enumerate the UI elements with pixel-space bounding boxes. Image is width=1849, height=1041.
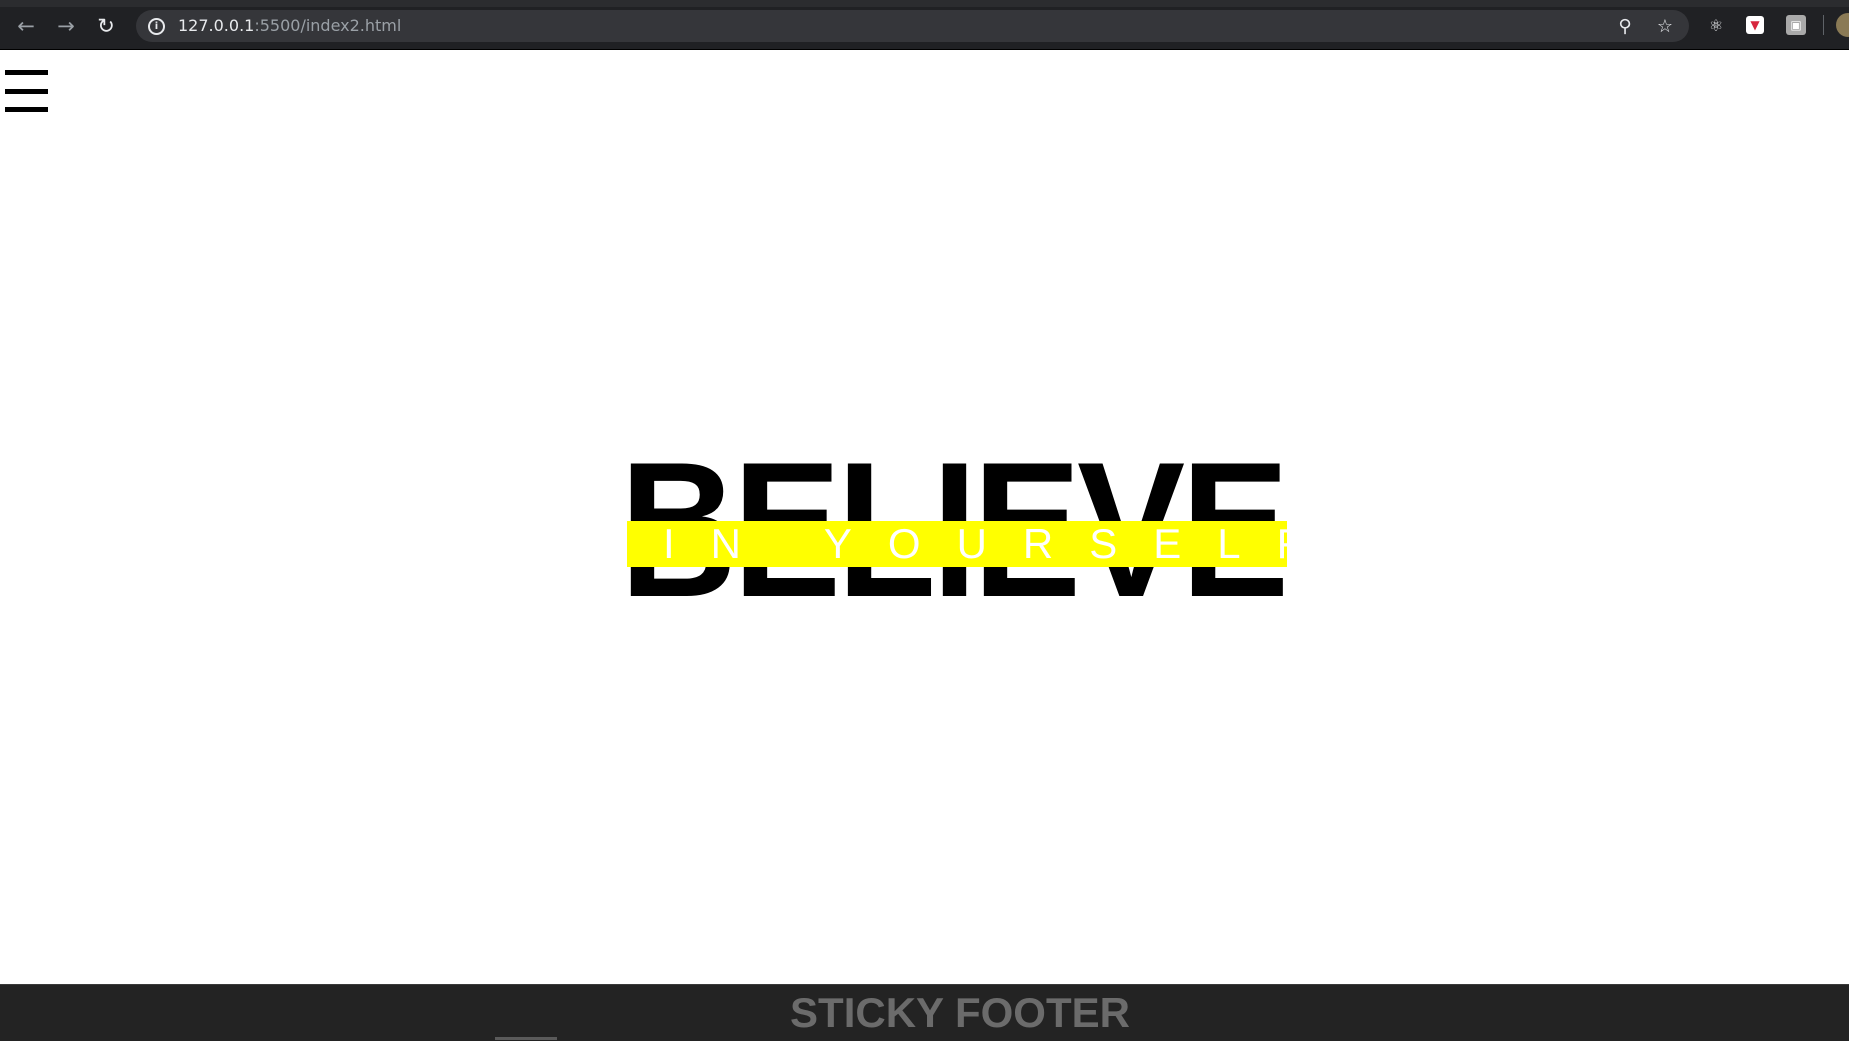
pocket-extension-icon[interactable]: ▼ [1746,16,1764,34]
menu-bar-bottom [5,107,48,112]
bookmark-star-icon[interactable]: ☆ [1653,14,1677,38]
address-bar[interactable]: i 127.0.0.1:5500/index2.html ⚲ ☆ [136,10,1689,42]
browser-toolbar: ← → ↻ i 127.0.0.1:5500/index2.html ⚲ ☆ ⚛… [0,0,1849,50]
site-info-icon[interactable]: i [148,18,165,35]
reload-icon[interactable]: ↻ [91,11,121,41]
url-text[interactable]: 127.0.0.1:5500/index2.html [178,16,401,36]
menu-bar-middle [5,89,48,94]
tab-strip [0,0,1849,7]
react-extension-icon[interactable]: ⚛ [1705,14,1727,36]
hamburger-menu-icon[interactable] [5,70,48,113]
headline-text-bottom: BELIEVE [620,561,1289,622]
tagline-text: IN YOURSELF [663,520,1339,567]
forward-arrow-icon[interactable]: → [51,11,81,41]
url-path: :5500/index2.html [254,16,402,35]
footer-label: STICKY FOOTER [790,989,1130,1036]
toolbar-divider [1823,15,1824,35]
sticky-footer: STICKY FOOTER [0,984,1849,1041]
tagline-band: IN YOURSELF [627,520,1339,567]
url-host: 127.0.0.1 [178,16,255,35]
hero-logo: BELIEVE BELIEVE IN YOURSELF [620,455,1339,635]
profile-avatar[interactable] [1836,13,1849,37]
headline-top-half: BELIEVE [620,455,1300,529]
menu-bar-top [5,70,48,75]
extension-icon[interactable]: ▣ [1786,15,1806,35]
zoom-icon[interactable]: ⚲ [1613,14,1637,38]
back-arrow-icon[interactable]: ← [11,11,41,41]
headline-text-top: BELIEVE [620,455,1289,529]
headline-bottom-half: BELIEVE [620,561,1300,635]
